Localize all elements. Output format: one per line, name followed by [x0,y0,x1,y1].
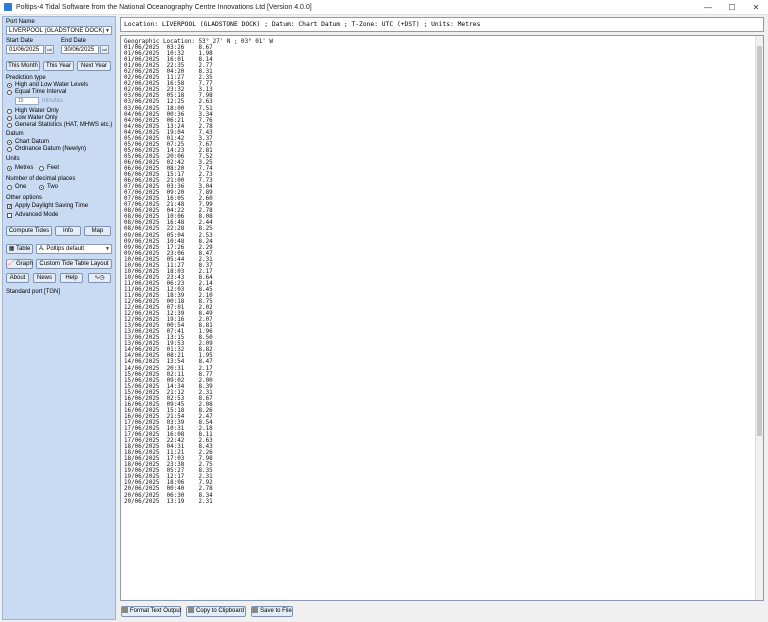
start-date-input[interactable]: 01/06/2025 [6,45,44,54]
save-icon [252,607,259,613]
clipboard-icon [187,607,194,613]
format-text-label: Format Text Output [130,608,182,614]
copy-clipboard-label: Copy to Clipboard [195,608,245,614]
table-button[interactable]: ▦ Table [6,244,33,254]
datum-chart-radio[interactable] [7,140,12,145]
table-button-label: Table [15,246,31,252]
apply-dst-checkbox[interactable]: ✓ [7,204,12,210]
close-button[interactable]: ✕ [744,0,768,14]
units-metres-radio[interactable] [7,166,12,171]
format-text-button[interactable]: Format Text Output [121,606,181,617]
settings-panel: Port Name LIVERPOOL (GLADSTONE DOCK) ▼ S… [2,16,116,620]
interval-input[interactable]: 15 [15,97,39,105]
graph-icon: 📈 [7,261,17,267]
pred-stats-radio[interactable] [7,123,12,128]
wave-clock-button[interactable]: ∿◷ [88,273,111,283]
port-name-value: LIVERPOOL (GLADSTONE DOCK) [9,28,105,34]
start-date-label: Start Date [6,38,34,44]
chevron-down-icon: ▼ [105,28,110,34]
tide-date: 20/06/2025 [124,498,160,505]
port-name-label: Port Name [6,19,35,25]
pred-hw-label: High Water Only [15,108,59,114]
tide-time: 13:19 [166,498,185,505]
table-layout-value: A. Poltips default [39,246,85,252]
tide-output-content: Geographic Location: 53° 27' N ; 03° 01'… [124,39,273,505]
other-options-label: Other options [6,195,43,201]
end-date-label: End Date [61,38,87,44]
decimals-one-radio[interactable] [7,185,12,190]
table-layout-select[interactable]: A. Poltips default ▼ [36,244,112,254]
graph-button-label: Graph [16,261,33,267]
copy-clipboard-button[interactable]: Copy to Clipboard [186,606,246,617]
prediction-type-label: Prediction type [6,75,46,81]
decimals-two-label: Two [47,184,59,190]
map-button[interactable]: Map [84,226,111,236]
vertical-scrollbar[interactable] [755,36,763,600]
custom-layout-button[interactable]: Custom Tide Table Layout [36,259,112,269]
calendar-icon[interactable]: cal [45,45,54,54]
interval-unit: minutes [42,98,64,104]
units-feet-label: Feet [47,165,60,171]
save-file-label: Save to File [260,608,292,614]
apply-dst-label: Apply Daylight Saving Time [15,203,89,209]
news-button[interactable]: News [33,273,56,283]
chevron-down-icon: ▼ [105,246,110,252]
datum-label: Datum [6,131,24,137]
datum-ordnance-radio[interactable] [7,147,12,152]
app-icon [4,3,12,11]
compute-tides-button[interactable]: Compute Tides [6,226,52,236]
title-bar: Poltips-4 Tidal Software from the Nation… [0,0,768,15]
units-feet-radio[interactable] [39,166,44,171]
decimals-one-label: One [15,184,27,190]
maximize-button[interactable]: ☐ [720,0,744,14]
pred-hw-radio[interactable] [7,109,12,114]
format-icon [122,607,128,613]
info-button[interactable]: Info [55,226,81,236]
graph-button[interactable]: 📈 Graph [6,259,33,269]
standard-port-label: Standard port [TGN] [6,289,61,295]
tide-row: 20/06/2025 13:19 2.31 [124,499,213,505]
units-label: Units [6,156,20,162]
window-title: Poltips-4 Tidal Software from the Nation… [16,3,312,11]
pred-hl-label: High and Low Water Levels [15,82,89,88]
this-year-button[interactable]: This Year [43,61,74,71]
decimals-two-radio[interactable] [39,185,44,190]
advanced-mode-checkbox[interactable] [7,213,12,218]
table-icon: ▦ [8,246,16,252]
pred-hl-radio[interactable] [7,83,12,88]
pred-stats-label: General Statistics (HAT, MHWS etc.) [15,122,113,128]
datum-chart-label: Chart Datum [15,139,50,145]
datum-ordnance-label: Ordnance Datum (Newlyn) [15,146,87,152]
next-year-button[interactable]: Next Year [77,61,111,71]
scroll-thumb[interactable] [757,46,762,436]
tide-output-text[interactable]: Geographic Location: 53° 27' N ; 03° 01'… [120,35,764,601]
decimals-label: Number of decimal places [6,176,76,182]
end-date-input[interactable]: 30/06/2025 [61,45,99,54]
location-header: Location: LIVERPOOL (GLADSTONE DOCK) ; D… [120,17,764,32]
pred-lw-label: Low Water Only [15,115,58,121]
pred-lw-radio[interactable] [7,116,12,121]
minimize-button[interactable]: — [696,0,720,14]
about-button[interactable]: About [6,273,29,283]
pred-interval-radio[interactable] [7,90,12,95]
units-metres-label: Metres [15,165,34,171]
advanced-mode-label: Advanced Mode [15,212,59,218]
this-month-button[interactable]: This Month [6,61,40,71]
save-file-button[interactable]: Save to File [251,606,293,617]
calendar-icon[interactable]: cal [100,45,109,54]
help-button[interactable]: Help [60,273,83,283]
port-name-select[interactable]: LIVERPOOL (GLADSTONE DOCK) ▼ [6,26,112,35]
tide-height: 2.31 [198,498,213,505]
pred-interval-label: Equal Time Interval [15,89,67,95]
